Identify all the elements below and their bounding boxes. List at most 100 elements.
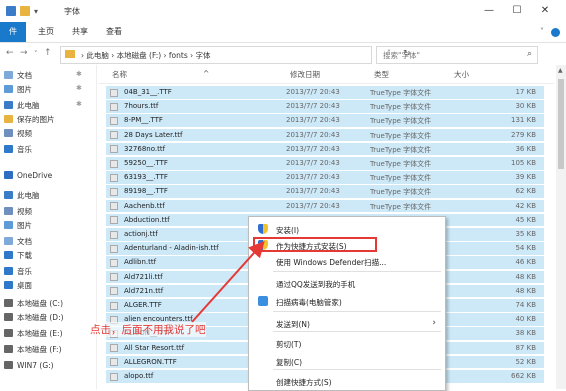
column-size[interactable]: 大小 bbox=[454, 69, 469, 80]
menu-item[interactable]: 发送到(N) › bbox=[250, 315, 444, 331]
up-arrow-icon[interactable]: ↑ bbox=[44, 48, 52, 58]
nav-item[interactable]: 视频 bbox=[4, 205, 32, 217]
nav-item[interactable]: OneDrive bbox=[4, 169, 52, 181]
nav-item[interactable]: 此电脑 bbox=[4, 189, 40, 201]
nav-item[interactable]: 文档 bbox=[4, 235, 32, 247]
menu-item[interactable]: 创建快捷方式(S) bbox=[250, 373, 444, 389]
file-row[interactable]: 28 Days Later.ttf 2013/7/7 20:43 TrueType … bbox=[106, 128, 544, 142]
pin-icon[interactable]: ✱ bbox=[76, 84, 82, 92]
nav-item[interactable]: 音乐 bbox=[4, 265, 32, 277]
column-name[interactable]: 名称 bbox=[112, 69, 127, 80]
file-row[interactable]: 32768no.ttf 2013/7/7 20:43 TrueType 字体文件 36… bbox=[106, 142, 544, 156]
vertical-scrollbar[interactable]: ▲ bbox=[556, 65, 566, 389]
forward-arrow-icon[interactable]: → bbox=[20, 48, 28, 58]
scroll-up-icon[interactable]: ▲ bbox=[558, 67, 563, 74]
font-file-icon bbox=[110, 258, 118, 267]
close-button[interactable]: ✕ bbox=[534, 3, 556, 19]
nav-item-label: 桌面 bbox=[17, 280, 32, 290]
nav-item[interactable]: 图片 bbox=[4, 83, 32, 95]
nav-item[interactable]: 此电脑 bbox=[4, 99, 40, 111]
nav-item-icon bbox=[4, 281, 13, 289]
file-size: 39 KB bbox=[515, 173, 536, 182]
file-name: ALLEGRON.TTF bbox=[124, 357, 177, 366]
tab-home[interactable]: 主页 bbox=[38, 26, 54, 37]
nav-item[interactable]: 视频 bbox=[4, 127, 32, 139]
nav-item-label: 音乐 bbox=[17, 266, 32, 276]
pin-icon[interactable]: ✱ bbox=[76, 70, 82, 78]
tab-file[interactable]: 件 bbox=[0, 22, 26, 42]
file-size: 105 KB bbox=[511, 159, 536, 167]
menu-item[interactable]: 通过QQ发送到我的手机 bbox=[250, 275, 444, 291]
file-name: Abduction.ttf bbox=[124, 215, 170, 224]
menu-item-label: 使用 Windows Defender扫描... bbox=[276, 258, 387, 267]
nav-item[interactable]: 文档 bbox=[4, 69, 32, 81]
file-row[interactable]: 04B_31__.TTF 2013/7/7 20:43 TrueType 字体文件 1… bbox=[106, 86, 544, 99]
nav-item[interactable]: 本地磁盘 (F:) bbox=[4, 343, 62, 355]
back-arrow-icon[interactable]: ← bbox=[6, 48, 14, 58]
file-row[interactable]: 7hours.ttf 2013/7/7 20:43 TrueType 字体文件 30 … bbox=[106, 100, 544, 113]
nav-item-icon bbox=[4, 85, 13, 93]
file-row[interactable]: 59250__.TTF 2013/7/7 20:43 TrueType 字体文件 10… bbox=[106, 157, 544, 170]
nav-item[interactable]: 保存的图片 bbox=[4, 113, 55, 125]
nav-item[interactable]: 本地磁盘 (E:) bbox=[4, 327, 63, 339]
nav-item[interactable]: 下载 bbox=[4, 249, 32, 261]
font-file-icon bbox=[110, 372, 118, 381]
search-placeholder: 搜索"字体" bbox=[383, 51, 420, 60]
nav-item[interactable]: 图片 bbox=[4, 219, 32, 231]
expand-ribbon-icon[interactable]: ˅ bbox=[540, 27, 544, 36]
menu-item[interactable]: 使用 Windows Defender扫描... bbox=[250, 253, 444, 269]
search-input[interactable]: 搜索"字体" ⌕ bbox=[376, 46, 538, 64]
nav-item[interactable]: 本地磁盘 (C:) bbox=[4, 297, 63, 309]
column-date[interactable]: 修改日期 bbox=[290, 69, 320, 80]
nav-item-icon bbox=[4, 207, 13, 215]
file-row[interactable]: 63193__.TTF 2013/7/7 20:43 TrueType 字体文件 39… bbox=[106, 171, 544, 184]
breadcrumb[interactable]: › 此电脑 › 本地磁盘 (F:) › fonts › 字体 bbox=[81, 50, 211, 61]
nav-item-label: 此电脑 bbox=[17, 100, 40, 110]
menu-item[interactable]: 剪切(T) bbox=[250, 335, 444, 351]
font-file-icon bbox=[110, 230, 118, 239]
file-name: alopo.ttf bbox=[124, 372, 154, 380]
file-type: TrueType 字体文件 bbox=[370, 160, 432, 168]
pin-icon[interactable]: ✱ bbox=[76, 100, 82, 108]
help-icon[interactable] bbox=[551, 28, 560, 37]
properties-icon[interactable] bbox=[6, 6, 16, 16]
file-row[interactable]: 89198__.TTF 2013/7/7 20:43 TrueType 字体文件 62… bbox=[106, 185, 544, 198]
folder-icon bbox=[65, 50, 75, 58]
nav-item[interactable]: 桌面 bbox=[4, 279, 32, 291]
minimize-button[interactable]: — bbox=[478, 3, 500, 19]
menu-item[interactable]: 复制(C) bbox=[250, 353, 444, 369]
nav-item-icon bbox=[4, 129, 13, 137]
menu-item-label: 作为快捷方式安装(S) bbox=[276, 242, 347, 251]
nav-item-label: 本地磁盘 (F:) bbox=[17, 344, 62, 354]
file-type: TrueType 字体文件 bbox=[370, 117, 432, 126]
shield-icon bbox=[258, 224, 268, 234]
font-file-icon bbox=[110, 273, 118, 282]
file-name: Ald721n.ttf bbox=[124, 286, 164, 295]
file-date: 2013/7/7 20:43 bbox=[286, 116, 340, 125]
customize-toolbar-icon[interactable]: ▾ bbox=[34, 7, 38, 16]
recent-locations-icon[interactable]: ˅ bbox=[34, 50, 38, 58]
column-type[interactable]: 类型 bbox=[374, 69, 389, 80]
font-file-icon bbox=[110, 159, 118, 168]
nav-item[interactable]: WIN7 (G:) bbox=[4, 359, 54, 371]
maximize-button[interactable]: ☐ bbox=[506, 3, 528, 19]
scroll-thumb[interactable] bbox=[558, 79, 564, 169]
file-row[interactable]: 8-PM__.TTF 2013/7/7 20:43 TrueType 字体文件 131… bbox=[106, 114, 544, 127]
menu-separator bbox=[273, 331, 441, 332]
file-size: 52 KB bbox=[515, 357, 536, 366]
menu-item[interactable]: 作为快捷方式安装(S) bbox=[250, 237, 444, 253]
menu-item[interactable]: 安装(I) bbox=[250, 221, 444, 237]
tab-view[interactable]: 查看 bbox=[106, 26, 122, 37]
menu-item[interactable]: 扫描病毒(电脑管家) bbox=[250, 293, 444, 309]
nav-item-label: 保存的图片 bbox=[17, 114, 55, 124]
nav-item-label: 图片 bbox=[17, 220, 32, 230]
tab-share[interactable]: 共享 bbox=[72, 26, 88, 37]
nav-item-icon bbox=[4, 191, 13, 199]
font-file-icon bbox=[110, 344, 118, 353]
nav-item[interactable]: 音乐 bbox=[4, 143, 32, 155]
nav-item[interactable]: 本地磁盘 (D:) bbox=[4, 311, 64, 323]
address-bar[interactable]: › 此电脑 › 本地磁盘 (F:) › fonts › 字体 ˅ ↻ bbox=[60, 46, 411, 64]
file-type: TrueType 字体文件 bbox=[370, 202, 432, 211]
file-row[interactable]: Aachenb.ttf 2013/7/7 20:43 TrueType 字体文件 42… bbox=[106, 199, 544, 213]
new-folder-icon[interactable] bbox=[20, 6, 30, 16]
